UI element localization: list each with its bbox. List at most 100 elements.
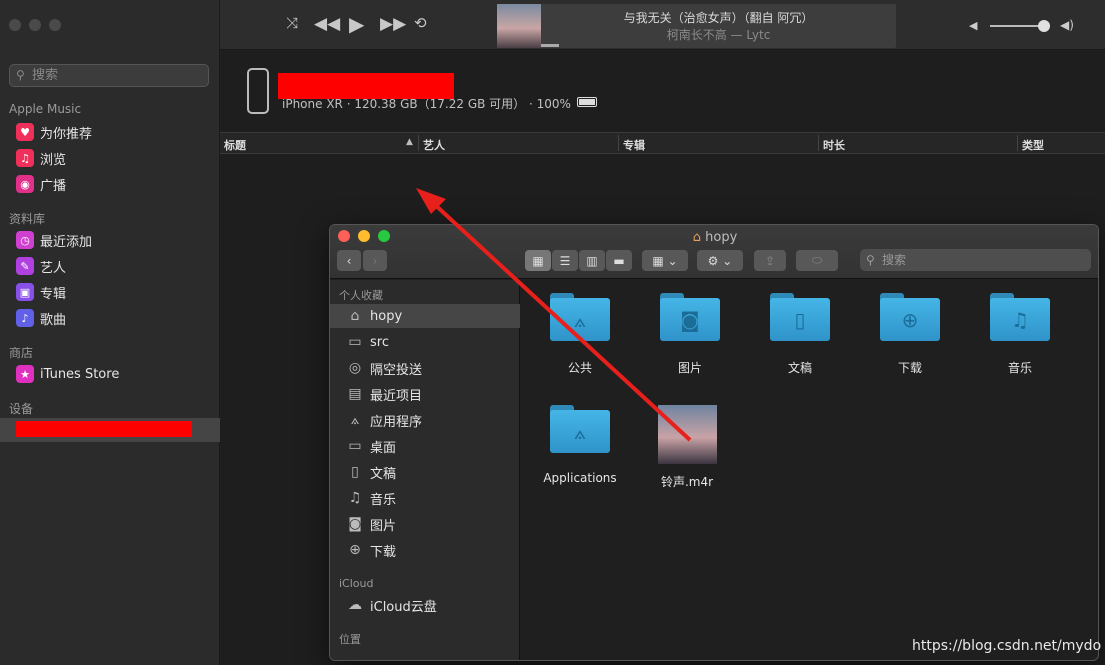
- window-zoom-button[interactable]: [49, 19, 61, 31]
- album-artwork[interactable]: [497, 4, 541, 48]
- sidebar-item-songs[interactable]: ♪ 歌曲: [16, 307, 66, 329]
- sidebar-item-label: 最近项目: [370, 388, 423, 404]
- sidebar-item-browse[interactable]: ♫ 浏览: [16, 147, 66, 169]
- volume-high-icon: ◀): [1060, 18, 1074, 32]
- sidebar-item-artists[interactable]: ✎ 艺人: [16, 255, 66, 277]
- sidebar-item-recents[interactable]: ▤ 最近项目: [330, 382, 520, 406]
- sidebar-item-radio[interactable]: ◉ 广播: [16, 173, 66, 195]
- fast-forward-icon[interactable]: ▶▶: [380, 14, 406, 34]
- folder-applications-icon[interactable]: ⟑: [550, 405, 610, 453]
- item-label: 音乐: [1007, 361, 1032, 375]
- iphone-icon: [247, 68, 269, 114]
- column-title[interactable]: 标题: [224, 137, 246, 153]
- column-duration[interactable]: 时长: [823, 137, 845, 153]
- sort-ascending-icon[interactable]: ▲: [406, 137, 413, 147]
- airdrop-icon: ◎: [348, 360, 362, 376]
- volume-low-icon: ◀: [969, 19, 978, 32]
- icon-view-button[interactable]: ▦: [525, 250, 551, 271]
- heart-icon: ♥: [16, 123, 34, 141]
- radio-icon: ◉: [16, 175, 34, 193]
- music-note-icon: ♫: [348, 490, 362, 506]
- window-close-button[interactable]: [9, 19, 21, 31]
- sidebar-item-label: 隔空投送: [370, 362, 423, 378]
- volume-knob[interactable]: [1038, 20, 1050, 32]
- sidebar-item-desktop[interactable]: ▭ 桌面: [330, 434, 520, 458]
- applications-icon: ⟑: [350, 412, 360, 428]
- sidebar-item-label: 最近添加: [40, 234, 93, 250]
- music-note-icon: ♫: [16, 149, 34, 167]
- sidebar-item-hopy[interactable]: ⌂ hopy: [330, 304, 520, 328]
- home-icon: ⌂: [692, 230, 701, 245]
- camera-icon: ◙: [348, 516, 362, 532]
- play-icon[interactable]: ▶: [349, 12, 364, 36]
- itunes-sidebar: ⚲ 搜索 Apple Music ♥ 为你推荐 ♫ 浏览 ◉ 广播 资料库 ◷ …: [0, 0, 220, 665]
- group-by-button[interactable]: ▦ ⌄: [642, 250, 688, 271]
- sidebar-item-icloud-drive[interactable]: ☁ iCloud云盘: [330, 593, 520, 617]
- tags-button[interactable]: ⬭: [796, 250, 838, 271]
- microphone-icon: ✎: [16, 257, 34, 275]
- column-divider: [1017, 135, 1018, 151]
- sidebar-item-label: 艺人: [40, 260, 67, 276]
- folder-downloads-icon[interactable]: ⊕: [880, 293, 940, 341]
- folder-music-icon[interactable]: ♫: [990, 293, 1050, 341]
- folder-pictures-icon[interactable]: ◙: [660, 293, 720, 341]
- home-icon: ⌂: [350, 308, 360, 324]
- section-locations: 位置: [339, 633, 361, 646]
- sidebar-item-label: hopy: [370, 308, 403, 324]
- column-artist[interactable]: 艺人: [423, 137, 445, 153]
- song-table-header: 标题 ▲ 艺人 专辑 时长 类型: [220, 132, 1105, 154]
- playback-progress[interactable]: [541, 44, 559, 47]
- folder-documents-icon[interactable]: ▯: [770, 293, 830, 341]
- shuffle-icon[interactable]: ⤨: [286, 14, 298, 32]
- window-minimize-button[interactable]: [29, 19, 41, 31]
- repeat-icon[interactable]: ⟲: [414, 14, 427, 32]
- share-button[interactable]: ⇪: [754, 250, 786, 271]
- sidebar-item-label: iTunes Store: [40, 366, 120, 382]
- search-icon: ⚲: [16, 68, 25, 82]
- sidebar-item-src[interactable]: ▭ src: [330, 330, 520, 354]
- desktop-icon: ▭: [348, 438, 362, 454]
- search-placeholder: 搜索: [32, 68, 59, 83]
- watermark: https://blog.csdn.net/mydo: [912, 638, 1102, 654]
- arrow-head: [416, 188, 446, 214]
- column-album[interactable]: 专辑: [623, 137, 645, 153]
- sidebar-item-downloads[interactable]: ⊕ 下载: [330, 538, 520, 562]
- forward-button[interactable]: ›: [363, 250, 387, 271]
- section-store: 商店: [9, 346, 34, 360]
- sidebar-item-recently-added[interactable]: ◷ 最近添加: [16, 229, 92, 251]
- sidebar-item-for-you[interactable]: ♥ 为你推荐: [16, 121, 92, 143]
- section-favorites: 个人收藏: [339, 289, 383, 302]
- sidebar-item-documents[interactable]: ▯ 文稿: [330, 460, 520, 484]
- column-divider: [618, 135, 619, 151]
- column-view-button[interactable]: ▥: [579, 250, 605, 271]
- sidebar-item-label: 下载: [370, 544, 397, 560]
- folder-public-icon[interactable]: ⟑: [550, 293, 610, 341]
- sidebar-item-label: 为你推荐: [40, 126, 93, 142]
- redaction-block: [16, 421, 192, 437]
- gallery-view-button[interactable]: ▬: [606, 250, 632, 271]
- finder-sidebar: 个人收藏 ⌂ hopy ▭ src ◎ 隔空投送 ▤ 最近项目 ⟑ 应用程序 ▭ 桌面 ▯ 文…: [330, 280, 520, 660]
- ringtone-file-thumbnail[interactable]: [658, 405, 717, 464]
- sidebar-item-label: 广播: [40, 178, 67, 194]
- sidebar-item-airdrop[interactable]: ◎ 隔空投送: [330, 356, 520, 380]
- clock-icon: ◷: [16, 231, 34, 249]
- search-icon: ⚲: [866, 253, 875, 267]
- finder-title-text: hopy: [705, 230, 738, 245]
- sidebar-item-music[interactable]: ♫ 音乐: [330, 486, 520, 510]
- sidebar-item-itunes-store[interactable]: ★ iTunes Store: [16, 363, 119, 385]
- sidebar-item-albums[interactable]: ▣ 专辑: [16, 281, 66, 303]
- sidebar-item-label: 图片: [370, 518, 397, 534]
- sidebar-item-applications[interactable]: ⟑ 应用程序: [330, 408, 520, 432]
- column-type[interactable]: 类型: [1022, 137, 1044, 153]
- section-icloud: iCloud: [339, 577, 374, 590]
- finder-search-input[interactable]: ⚲ 搜索: [860, 249, 1091, 271]
- action-gear-button[interactable]: ⚙ ⌄: [697, 250, 743, 271]
- battery-icon: [577, 97, 597, 107]
- back-button[interactable]: ‹: [337, 250, 361, 271]
- sidebar-item-pictures[interactable]: ◙ 图片: [330, 512, 520, 536]
- sidebar-item-label: 专辑: [40, 286, 67, 302]
- rewind-icon[interactable]: ◀◀: [314, 14, 340, 34]
- sidebar-search-input[interactable]: ⚲ 搜索: [9, 64, 209, 87]
- list-view-button[interactable]: ☰: [552, 250, 578, 271]
- item-label: 下载: [897, 361, 922, 375]
